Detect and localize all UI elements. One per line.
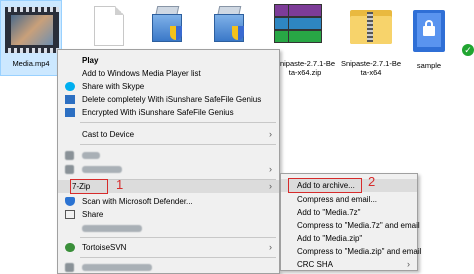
submenu-item-compress-and-email[interactable]: Compress and email... — [281, 193, 417, 206]
menu-item-label: Cast to Device — [82, 130, 135, 139]
sync-check-icon: ✓ — [462, 44, 474, 56]
menu-item-label: Share with Skype — [82, 82, 145, 91]
blurred-icon — [65, 263, 74, 272]
blurred-label — [82, 225, 142, 232]
file-name: Snipaste-2.7.1-Be — [340, 59, 402, 68]
menu-item-label: Encrypted With iSunshare SafeFile Genius — [82, 108, 234, 117]
menu-item-7zip[interactable]: 7-Zip 1 › — [58, 177, 279, 194]
menu-item-share-with-skype[interactable]: Share with Skype — [58, 80, 279, 93]
context-menu: Play Add to Windows Media Player list Sh… — [57, 49, 280, 274]
menu-separator — [80, 144, 276, 145]
menu-item-blurred-2[interactable]: › — [58, 163, 279, 176]
submenu-item-crc-sha[interactable]: CRC SHA › — [281, 258, 417, 271]
isunshare-icon — [65, 108, 75, 117]
blank-document-icon — [94, 6, 124, 46]
skype-icon — [65, 82, 75, 91]
menu-item-cast-to-device[interactable]: Cast to Device › — [58, 128, 279, 141]
locked-document-icon — [413, 10, 445, 52]
menu-item-label: Play — [82, 56, 99, 65]
submenu-item-label: Compress to "Media.zip" and email — [297, 247, 422, 256]
submenu-item-add-to-archive[interactable]: Add to archive... — [281, 178, 417, 193]
menu-item-share[interactable]: Share — [58, 208, 279, 221]
submenu-item-label: Compress to "Media.7z" and email — [297, 221, 420, 230]
zip-folder-icon — [350, 6, 392, 46]
menu-item-blurred-3[interactable] — [58, 222, 279, 235]
blurred-label — [82, 166, 122, 173]
menu-item-label: 7-Zip — [72, 182, 91, 191]
chevron-right-icon: › — [269, 181, 272, 191]
share-icon — [65, 210, 75, 219]
annotation-number: 2 — [368, 174, 376, 189]
installer-icon — [150, 4, 184, 44]
video-file-icon — [5, 7, 59, 53]
chevron-right-icon: › — [269, 164, 272, 174]
7zip-submenu: Add to archive... Compress and email... … — [280, 173, 421, 271]
submenu-item-label: CRC SHA — [297, 260, 334, 269]
menu-item-label: Delete completely With iSunshare SafeFil… — [82, 95, 262, 104]
isunshare-icon — [65, 95, 75, 104]
installer-icon — [212, 4, 246, 44]
menu-item-tortoisesvn[interactable]: TortoiseSVN › — [58, 241, 279, 254]
file-snipaste-folder[interactable]: Snipaste-2.7.1-Be ta-x64 — [337, 0, 405, 82]
menu-separator — [80, 237, 276, 238]
blurred-icon — [65, 151, 74, 160]
chevron-right-icon: › — [269, 242, 272, 252]
annotation-number: 1 — [116, 177, 124, 192]
winrar-archive-icon — [288, 4, 322, 46]
file-media-mp4[interactable]: Media.mp4 — [0, 0, 62, 76]
file-name: sample — [416, 61, 442, 70]
chevron-right-icon: › — [407, 259, 410, 269]
file-name-line2: ta-x64.zip — [288, 68, 322, 77]
blurred-label — [82, 152, 100, 159]
blurred-icon — [65, 165, 74, 174]
submenu-item-label: Add to "Media.7z" — [297, 208, 361, 217]
tortoisesvn-icon — [65, 243, 75, 252]
submenu-item-compress-zip-email[interactable]: Compress to "Media.zip" and email — [281, 245, 421, 258]
file-name: Media.mp4 — [12, 59, 50, 68]
menu-item-label: TortoiseSVN — [82, 243, 127, 252]
menu-item-blurred-4[interactable] — [58, 261, 279, 274]
menu-item-label: Add to Windows Media Player list — [82, 69, 201, 78]
file-sample[interactable]: sample — [404, 0, 454, 72]
submenu-item-compress-7z-email[interactable]: Compress to "Media.7z" and email — [281, 219, 420, 232]
submenu-item-add-to-7z[interactable]: Add to "Media.7z" — [281, 206, 417, 219]
menu-separator — [80, 257, 276, 258]
menu-item-blurred-1[interactable] — [58, 149, 279, 162]
submenu-item-add-to-zip[interactable]: Add to "Media.zip" — [281, 232, 417, 245]
file-name: Snipaste-2.7.1-Be — [274, 59, 336, 68]
submenu-item-label: Add to "Media.zip" — [297, 234, 363, 243]
blurred-label — [82, 264, 152, 271]
menu-item-scan-defender[interactable]: Scan with Microsoft Defender... — [58, 195, 279, 208]
submenu-item-label: Compress and email... — [297, 195, 378, 204]
defender-icon — [65, 197, 75, 206]
menu-item-encrypted[interactable]: Encrypted With iSunshare SafeFile Genius — [58, 106, 279, 119]
chevron-right-icon: › — [269, 129, 272, 139]
menu-item-delete-completely[interactable]: Delete completely With iSunshare SafeFil… — [58, 93, 279, 106]
file-name-line2: ta-x64 — [360, 68, 382, 77]
menu-item-add-to-wmp-list[interactable]: Add to Windows Media Player list — [58, 67, 279, 80]
menu-item-label: Share — [82, 210, 104, 219]
menu-item-play[interactable]: Play — [58, 54, 279, 67]
highlight-box — [288, 178, 362, 193]
menu-separator — [80, 122, 276, 123]
menu-item-label: Scan with Microsoft Defender... — [82, 197, 193, 206]
file-snipaste-zip[interactable]: Snipaste-2.7.1-Be ta-x64.zip — [272, 0, 338, 82]
